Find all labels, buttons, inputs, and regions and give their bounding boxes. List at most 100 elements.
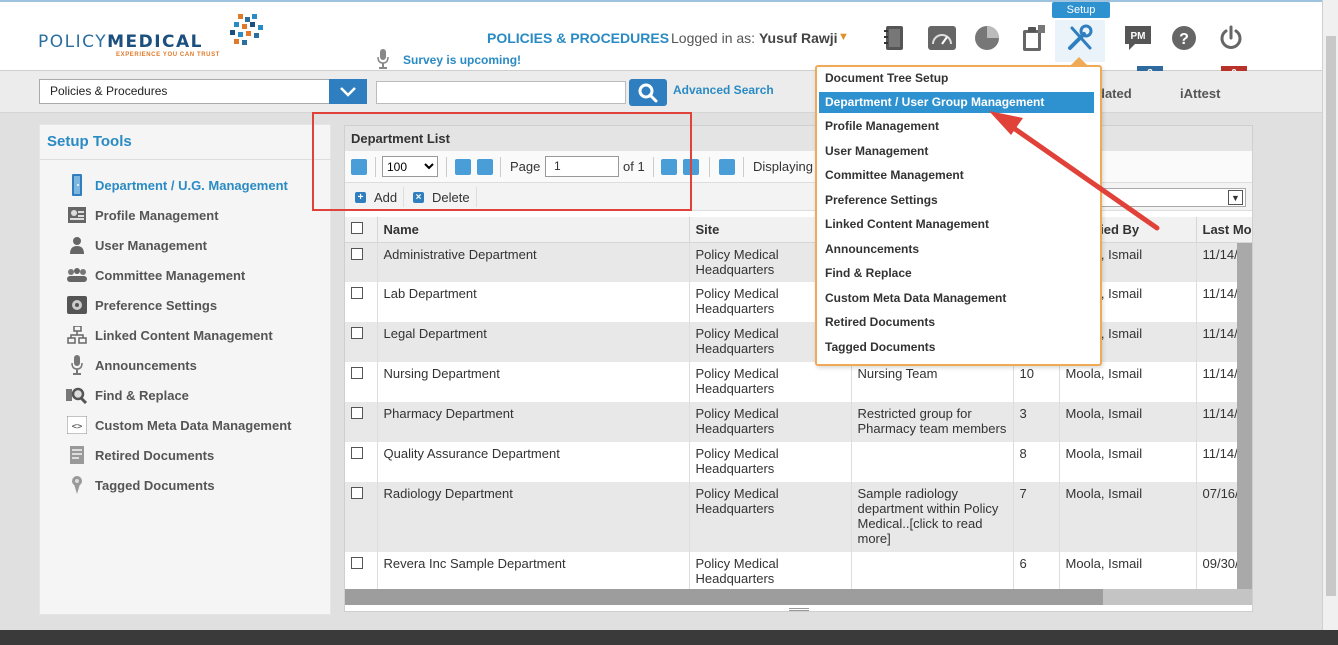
cell-site: Policy Medical Headquarters: [689, 402, 852, 442]
app-title[interactable]: POLICIES & PROCEDURES: [487, 30, 669, 46]
scrollbar-thumb[interactable]: [1326, 36, 1336, 596]
table-row[interactable]: Administrative Department Policy Medical…: [345, 242, 1252, 282]
menu-item-custom-meta-data[interactable]: Custom Meta Data Management: [819, 288, 1094, 309]
menu-item-find-replace[interactable]: Find & Replace: [819, 263, 1094, 284]
setup-tab-label[interactable]: Setup: [1052, 2, 1110, 18]
department-table: Name Site Modified By Last Mod Administr…: [345, 217, 1252, 592]
row-checkbox[interactable]: [351, 287, 363, 299]
menu-item-announcements[interactable]: Announcements: [819, 239, 1094, 260]
page-vertical-scrollbar[interactable]: [1322, 0, 1338, 630]
row-checkbox-cell[interactable]: [345, 322, 378, 362]
refresh-icon[interactable]: [719, 159, 735, 175]
tag-pin-icon: [66, 475, 88, 495]
table-row[interactable]: Revera Inc Sample Department Policy Medi…: [345, 552, 1252, 592]
menu-item-user-management[interactable]: User Management: [819, 141, 1094, 162]
col-header-last-modified[interactable]: Last Mod: [1196, 217, 1252, 243]
reports-pie-icon[interactable]: [972, 24, 1002, 52]
dashboard-gauge-icon[interactable]: [927, 24, 957, 52]
grid-vertical-scrollbar[interactable]: [1237, 243, 1252, 589]
logo[interactable]: POLICYMEDICAL: [38, 32, 203, 52]
svg-text:?: ?: [1179, 31, 1189, 48]
policy-book-icon[interactable]: [880, 24, 910, 52]
table-row[interactable]: Lab Department Policy Medical Headquarte…: [345, 282, 1252, 322]
code-tag-icon: <>: [66, 415, 88, 435]
row-checkbox-cell[interactable]: [345, 242, 378, 282]
sidebar-item-profile[interactable]: Profile Management: [66, 203, 219, 227]
menu-item-retired-documents[interactable]: Retired Documents: [819, 312, 1094, 333]
row-checkbox-cell[interactable]: [345, 552, 378, 592]
col-header-name[interactable]: Name: [377, 217, 690, 243]
select-all-checkbox-cell[interactable]: [345, 217, 378, 243]
table-row[interactable]: Quality Assurance Department Policy Medi…: [345, 442, 1252, 482]
sidebar-item-custom-meta[interactable]: <> Custom Meta Data Management: [66, 413, 291, 437]
table-row[interactable]: Radiology Department Policy Medical Head…: [345, 482, 1252, 552]
sidebar-item-retired[interactable]: Retired Documents: [66, 443, 214, 467]
menu-item-profile-management[interactable]: Profile Management: [819, 116, 1094, 137]
user-menu-chevron-down-icon[interactable]: ▼: [838, 31, 849, 43]
cell-modified-by: Moola, Ismail: [1059, 552, 1197, 592]
table-row[interactable]: Nursing Department Policy Medical Headqu…: [345, 362, 1252, 402]
help-icon[interactable]: ?: [1169, 24, 1199, 52]
sidebar-item-user[interactable]: User Management: [66, 233, 207, 257]
chevron-down-icon[interactable]: ▼: [1228, 190, 1243, 205]
setup-tools-icon[interactable]: [1065, 24, 1095, 52]
cell-site: Policy Medical Headquarters: [689, 482, 852, 552]
row-checkbox-cell[interactable]: [345, 282, 378, 322]
sidebar-item-label: Department / U.G. Management: [95, 177, 288, 193]
logout-power-icon[interactable]: [1216, 24, 1246, 52]
cell-name: Nursing Department: [377, 362, 690, 402]
preference-gear-icon: [66, 295, 88, 315]
menu-item-preference-settings[interactable]: Preference Settings: [819, 190, 1094, 211]
menu-item-document-tree-setup[interactable]: Document Tree Setup: [819, 68, 1094, 89]
row-checkbox-cell[interactable]: [345, 402, 378, 442]
row-checkbox[interactable]: [351, 367, 363, 379]
search-button[interactable]: [629, 79, 667, 106]
scrollbar-thumb[interactable]: [1103, 589, 1252, 605]
row-checkbox[interactable]: [351, 487, 363, 499]
row-checkbox[interactable]: [351, 327, 363, 339]
logo-policy-text: POLICY: [38, 32, 108, 52]
sidebar-item-preference[interactable]: Preference Settings: [66, 293, 217, 317]
row-checkbox-cell[interactable]: [345, 482, 378, 552]
row-checkbox-cell[interactable]: [345, 362, 378, 402]
menu-item-linked-content[interactable]: Linked Content Management: [819, 214, 1094, 235]
menu-item-committee-management[interactable]: Committee Management: [819, 165, 1094, 186]
filter-select[interactable]: ▼: [1089, 188, 1246, 207]
sidebar-item-label: Linked Content Management: [95, 327, 273, 343]
sidebar-item-department[interactable]: Department / U.G. Management: [66, 173, 288, 197]
search-input[interactable]: [376, 81, 626, 104]
user-name: Yusuf Rawji: [758, 30, 838, 46]
cell-site: Policy Medical Headquarters: [689, 552, 852, 592]
row-checkbox[interactable]: [351, 557, 363, 569]
table-row[interactable]: Legal Department Policy Medical Headquar…: [345, 322, 1252, 362]
table-row[interactable]: Pharmacy Department Policy Medical Headq…: [345, 402, 1252, 442]
row-checkbox[interactable]: [351, 447, 363, 459]
chevron-down-icon[interactable]: [329, 79, 367, 104]
sidebar-item-tagged[interactable]: Tagged Documents: [66, 473, 215, 497]
row-checkbox-cell[interactable]: [345, 442, 378, 482]
iattest-link[interactable]: iAttest: [1180, 86, 1220, 101]
updated-link[interactable]: dated: [1097, 86, 1132, 101]
sidebar-item-find-replace[interactable]: Find & Replace: [66, 383, 189, 407]
pm-message-icon[interactable]: PM: [1123, 24, 1153, 52]
sidebar-title: Setup Tools: [47, 133, 132, 150]
sidebar-item-announcements[interactable]: Announcements: [66, 353, 197, 377]
select-all-checkbox[interactable]: [351, 222, 363, 235]
sidebar-item-linked-content[interactable]: Linked Content Management: [66, 323, 273, 347]
clipboard-icon[interactable]: [1018, 24, 1048, 52]
grid-horizontal-scrollbar[interactable]: [345, 589, 1252, 605]
menu-item-tagged-documents[interactable]: Tagged Documents: [819, 337, 1094, 358]
menu-item-department-user-group[interactable]: Department / User Group Management: [819, 92, 1094, 113]
row-checkbox[interactable]: [351, 407, 363, 419]
cell-name: Revera Inc Sample Department: [377, 552, 690, 592]
cell-count: 8: [1013, 442, 1060, 482]
sidebar-item-committee[interactable]: Committee Management: [66, 263, 245, 287]
sidebar-item-label: User Management: [95, 237, 207, 253]
resize-grip-icon[interactable]: [789, 608, 809, 611]
document-type-select[interactable]: Policies & Procedures: [39, 79, 367, 104]
survey-notice[interactable]: Survey is upcoming!: [403, 53, 521, 67]
cell-description: Restricted group for Pharmacy team membe…: [851, 402, 1014, 442]
row-checkbox[interactable]: [351, 247, 363, 260]
cell-description: Sample radiology department within Polic…: [851, 482, 1014, 552]
advanced-search-link[interactable]: Advanced Search: [673, 83, 774, 97]
